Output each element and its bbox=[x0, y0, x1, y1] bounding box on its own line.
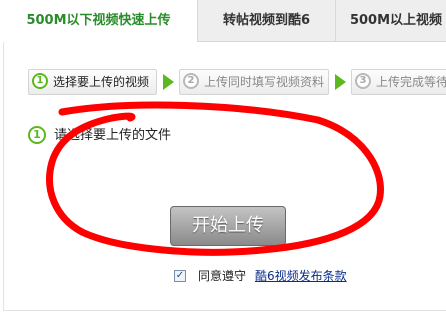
step-arrow-icon bbox=[335, 74, 346, 90]
select-file-label[interactable]: 请选择要上传的文件 bbox=[54, 124, 171, 143]
step-fill-info: 2 上传同时填写视频资料 bbox=[179, 69, 329, 95]
upload-tabs: 500M以下视频快速上传 转帖视频到酷6 500M以上视频 bbox=[0, 0, 446, 42]
terms-link[interactable]: 酷6视频发布条款 bbox=[255, 267, 347, 284]
step-label: 上传同时填写视频资料 bbox=[204, 75, 325, 89]
tab-large-upload[interactable]: 500M以上视频 bbox=[336, 0, 446, 41]
step-label: 选择要上传的视频 bbox=[53, 75, 150, 89]
agree-checkbox[interactable]: ✓ bbox=[174, 270, 186, 282]
step-arrow-icon bbox=[163, 74, 174, 90]
select-file-number-icon: 1 bbox=[28, 126, 46, 144]
tab-repost-video[interactable]: 转帖视频到酷6 bbox=[198, 0, 336, 41]
step-number-icon: 1 bbox=[32, 73, 48, 89]
tab-quick-upload[interactable]: 500M以下视频快速上传 bbox=[0, 0, 198, 42]
start-upload-button[interactable]: 开始上传 bbox=[170, 206, 286, 246]
step-number-icon: 3 bbox=[355, 73, 371, 89]
step-select-video: 1 选择要上传的视频 bbox=[28, 69, 157, 95]
step-upload-complete: 3 上传完成等待 bbox=[351, 69, 446, 95]
step-label: 上传完成等待 bbox=[376, 75, 446, 89]
agree-label: 同意遵守 bbox=[198, 269, 247, 283]
step-number-icon: 2 bbox=[183, 73, 199, 89]
